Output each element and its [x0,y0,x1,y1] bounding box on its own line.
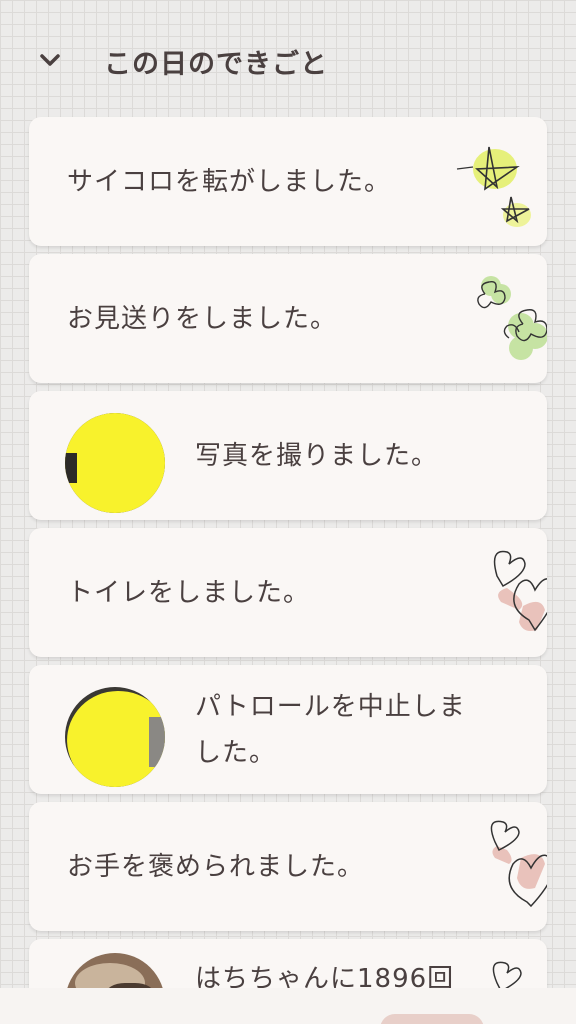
avatar [65,687,165,787]
event-card[interactable]: お手を褒められました。 [29,802,547,931]
avatar [65,413,165,513]
clover-doodle-icon [477,276,547,360]
event-text-line2: した。 [195,738,277,768]
event-text: 写真を撮りました。 [195,441,439,471]
chevron-down-icon[interactable] [36,48,64,72]
bottom-action-button[interactable] [380,1014,484,1024]
heart-doodle-icon [493,550,547,632]
section-title: この日のできごと [104,49,328,80]
event-text-line1: パトロールを中止しま [195,692,466,722]
heart-doodle-icon [490,820,547,908]
event-card[interactable]: 写真を撮りました。 [29,391,547,520]
section-header[interactable]: この日のできごと [0,30,576,90]
bottom-bar [0,988,576,1024]
event-text: お見送りをしました。 [67,304,338,334]
event-text: サイコロを転がしました。 [67,167,392,197]
event-card[interactable]: お見送りをしました。 [29,254,547,383]
event-text: お手を褒められました。 [67,852,365,882]
event-card[interactable]: トイレをしました。 [29,528,547,657]
event-card[interactable]: サイコロを転がしました。 [29,117,547,246]
star-doodle-icon [456,146,531,227]
event-text: トイレをしました。 [67,578,311,608]
event-card[interactable]: パトロールを中止しま した。 [29,665,547,794]
